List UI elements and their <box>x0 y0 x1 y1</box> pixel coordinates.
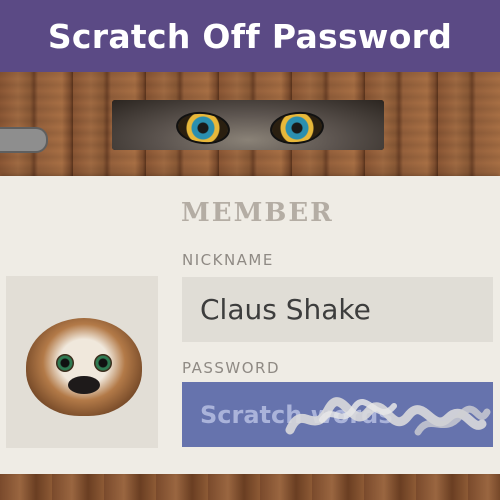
wolf-eyes-illustration <box>112 100 384 150</box>
hinge-icon <box>0 127 48 153</box>
sloth-avatar-icon <box>26 318 142 416</box>
bottom-fence-background <box>0 474 500 500</box>
nickname-input[interactable]: Claus Shake <box>182 277 493 342</box>
password-placeholder: Scratch words <box>200 400 393 429</box>
avatar[interactable] <box>6 276 158 448</box>
password-scratch-field[interactable]: Scratch words <box>182 382 493 447</box>
password-label: PASSWORD <box>182 359 281 377</box>
nickname-label: NICKNAME <box>182 251 274 269</box>
card-title: MEMBER <box>181 198 334 228</box>
app-title: Scratch Off Password <box>47 16 453 56</box>
app-header: Scratch Off Password <box>0 0 500 72</box>
